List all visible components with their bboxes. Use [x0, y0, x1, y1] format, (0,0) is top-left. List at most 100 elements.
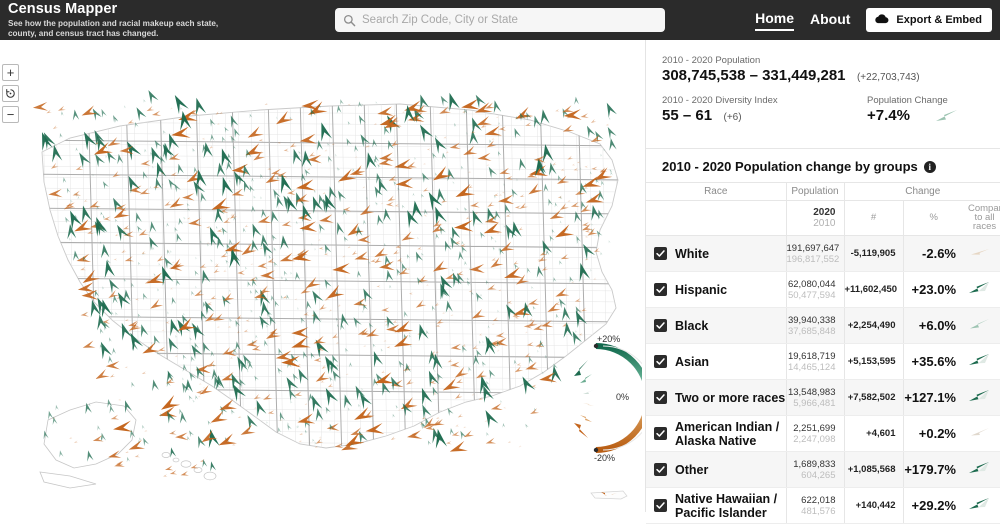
- race-cell: Black: [646, 308, 786, 344]
- stats-panel: 2010 - 2020 Population 308,745,538 – 331…: [645, 40, 1000, 512]
- col-header-change: Change: [844, 183, 1000, 201]
- population-cell: 191,697,647196,817,552: [786, 236, 844, 272]
- info-icon[interactable]: i: [924, 161, 936, 173]
- export-embed-label: Export & Embed: [896, 14, 982, 26]
- race-label: Black: [675, 319, 708, 333]
- map-canvas[interactable]: [0, 40, 645, 512]
- col-subheader-years: 2020 2010: [786, 201, 844, 236]
- race-checkbox[interactable]: [654, 427, 667, 440]
- race-cell: White: [646, 236, 786, 272]
- search-input[interactable]: [362, 9, 647, 31]
- table-row[interactable]: Native Hawaiian / Pacific Islander622,01…: [646, 488, 1000, 524]
- race-checkbox[interactable]: [654, 499, 667, 512]
- population-2020: 13,548,983: [787, 387, 836, 398]
- population-change-arrow-icon: [934, 109, 958, 128]
- race-cell: Two or more races: [646, 380, 786, 416]
- nav-about[interactable]: About: [810, 11, 850, 30]
- col-header-race: Race: [646, 183, 786, 201]
- compare-arrow-cell: [964, 236, 1000, 272]
- change-number-cell: +140,442: [844, 488, 903, 524]
- compare-arrow-icon: [967, 497, 991, 510]
- year-old-label: 2010: [787, 218, 844, 229]
- compare-arrow-icon: [967, 317, 991, 330]
- map-panel[interactable]: + −: [0, 40, 645, 512]
- population-2010: 2,247,098: [787, 434, 836, 445]
- table-row[interactable]: Other1,689,833604,265+1,085,568+179.7%: [646, 452, 1000, 488]
- table-header-sub: 2020 2010 # % Compared to all races: [646, 201, 1000, 236]
- population-2010: 604,265: [787, 470, 836, 481]
- legend-bottom-label: -20%: [594, 453, 615, 463]
- app-subtitle: See how the population and racial makeup…: [8, 19, 223, 39]
- change-percent-cell: +6.0%: [903, 308, 964, 344]
- population-2020: 2,251,699: [787, 423, 836, 434]
- compare-arrow-cell: [964, 452, 1000, 488]
- map-controls[interactable]: + −: [2, 64, 19, 123]
- table-title-row: 2010 - 2020 Population change by groups …: [646, 149, 1000, 182]
- race-label: Asian: [675, 355, 709, 369]
- population-2010: 37,685,848: [787, 326, 836, 337]
- puerto-rico-inset: [583, 480, 637, 510]
- legend-mid-label: 0%: [616, 392, 629, 402]
- change-number-cell: +2,254,490: [844, 308, 903, 344]
- diversity-index-label: 2010 - 2020 Diversity Index: [662, 94, 867, 107]
- zoom-out-button[interactable]: −: [2, 106, 19, 123]
- search-box[interactable]: [335, 8, 665, 32]
- compare-arrow-cell: [964, 272, 1000, 308]
- zoom-in-button[interactable]: +: [2, 64, 19, 81]
- reset-view-button[interactable]: [2, 85, 19, 102]
- diversity-index-range: 55 – 61: [662, 107, 712, 124]
- population-delta: (+22,703,743): [857, 72, 920, 83]
- search-icon: [343, 14, 356, 27]
- race-checkbox[interactable]: [654, 355, 667, 368]
- col-header-population: Population: [786, 183, 844, 201]
- race-label: Hispanic: [675, 283, 727, 297]
- compare-arrow-icon: [967, 245, 991, 258]
- race-cell: Hispanic: [646, 272, 786, 308]
- change-number-cell: +1,085,568: [844, 452, 903, 488]
- compare-line-2: to all races: [973, 212, 996, 232]
- compare-arrow-cell: [964, 416, 1000, 452]
- diversity-index-delta: (+6): [724, 112, 742, 123]
- nav-home[interactable]: Home: [755, 10, 794, 31]
- population-2010: 14,465,124: [787, 362, 836, 373]
- legend-top-label: +20%: [597, 334, 620, 344]
- map-legend: +20% 0% -20%: [570, 328, 642, 473]
- compare-arrow-cell: [964, 488, 1000, 524]
- population-change-label: Population Change: [867, 94, 958, 107]
- app-title: Census Mapper: [8, 1, 330, 17]
- change-percent-cell: +127.1%: [903, 380, 964, 416]
- col-subheader-pct: %: [903, 201, 964, 236]
- table-row[interactable]: Two or more races13,548,9835,966,481+7,5…: [646, 380, 1000, 416]
- change-percent-cell: +29.2%: [903, 488, 964, 524]
- change-percent-cell: +23.0%: [903, 272, 964, 308]
- population-label: 2010 - 2020 Population: [662, 54, 1000, 67]
- population-2010: 196,817,552: [787, 254, 836, 265]
- population-change-table: Race Population Change 2020 2010 # % Com…: [646, 182, 1000, 524]
- population-range: 308,745,538 – 331,449,281: [662, 67, 846, 84]
- race-checkbox[interactable]: [654, 463, 667, 476]
- population-2020: 191,697,647: [787, 243, 836, 254]
- table-row[interactable]: White191,697,647196,817,552-5,119,905-2.…: [646, 236, 1000, 272]
- table-row[interactable]: American Indian / Alaska Native2,251,699…: [646, 416, 1000, 452]
- population-2010: 481,576: [787, 506, 836, 517]
- race-checkbox[interactable]: [654, 319, 667, 332]
- population-2010: 5,966,481: [787, 398, 836, 409]
- race-cell: American Indian / Alaska Native: [646, 416, 786, 452]
- table-row[interactable]: Hispanic62,080,04450,477,594+11,602,450+…: [646, 272, 1000, 308]
- change-percent-cell: -2.6%: [903, 236, 964, 272]
- population-2020: 1,689,833: [787, 459, 836, 470]
- export-embed-button[interactable]: Export & Embed: [866, 8, 992, 32]
- race-checkbox[interactable]: [654, 283, 667, 296]
- race-checkbox[interactable]: [654, 391, 667, 404]
- race-checkbox[interactable]: [654, 247, 667, 260]
- compare-arrow-cell: [964, 380, 1000, 416]
- table-body: White191,697,647196,817,552-5,119,905-2.…: [646, 236, 1000, 524]
- table-title: 2010 - 2020 Population change by groups: [662, 159, 918, 174]
- population-cell: 39,940,33837,685,848: [786, 308, 844, 344]
- population-2020: 62,080,044: [787, 279, 836, 290]
- race-cell: Other: [646, 452, 786, 488]
- table-row[interactable]: Black 39,940,33837,685,848+2,254,490+6.0%: [646, 308, 1000, 344]
- table-row[interactable]: Asian19,618,71914,465,124+5,153,595+35.6…: [646, 344, 1000, 380]
- brand: Census Mapper See how the population and…: [0, 1, 330, 39]
- population-cell: 1,689,833604,265: [786, 452, 844, 488]
